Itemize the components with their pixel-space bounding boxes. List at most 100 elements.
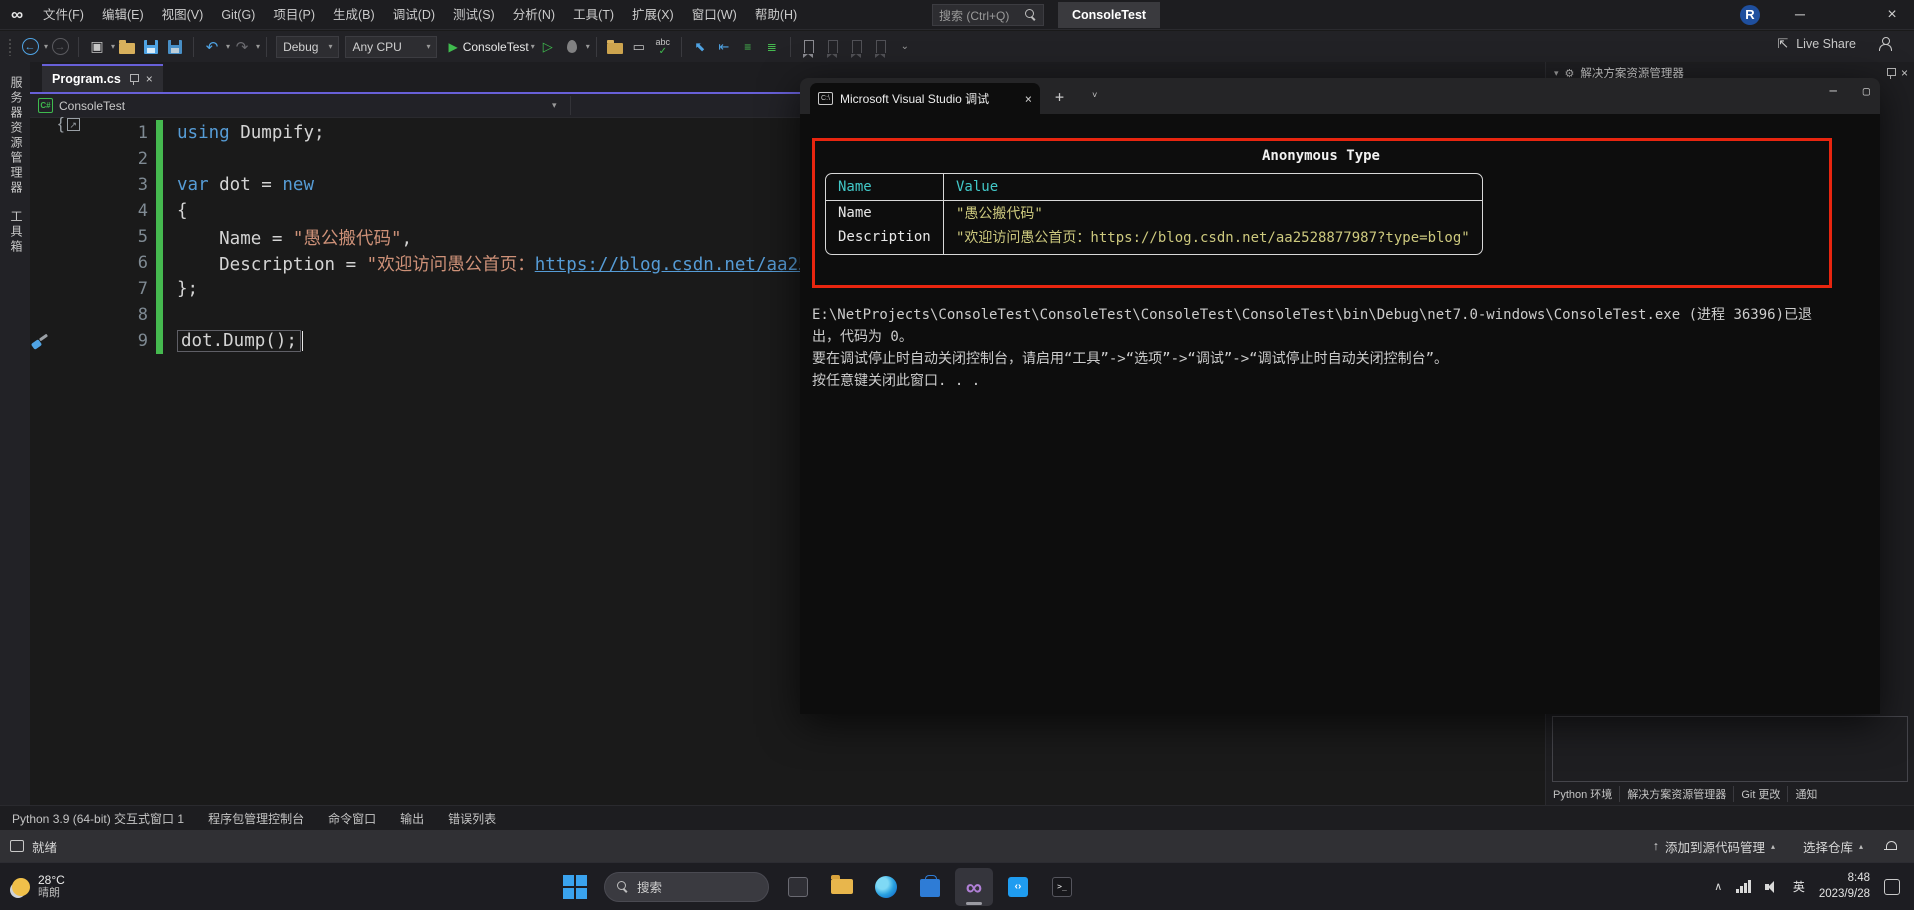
vscode-icon: ‹› — [1008, 877, 1028, 897]
r-extension-badge[interactable]: R — [1740, 5, 1760, 25]
file-explorer-icon[interactable] — [823, 868, 861, 906]
navigate-cursor-button[interactable]: ⇤ — [713, 35, 735, 59]
menu-item[interactable]: 视图(V) — [153, 0, 213, 30]
vscode-icon[interactable]: ‹› — [999, 868, 1037, 906]
dock-tab-Git 更改[interactable]: Git 更改 — [1734, 786, 1788, 802]
menu-item[interactable]: 项目(P) — [264, 0, 324, 30]
pin-icon[interactable] — [129, 73, 138, 85]
notifications-bell-icon[interactable] — [1885, 840, 1898, 853]
new-tab-button[interactable]: + — [1055, 88, 1064, 106]
menu-item[interactable]: 扩展(X) — [623, 0, 683, 30]
breadcrumb-project[interactable]: ConsoleTest — [59, 99, 125, 113]
open-file-button[interactable] — [116, 35, 138, 59]
debug-configuration-dropdown[interactable]: Debug▾ — [276, 36, 339, 58]
dock-pin-icon[interactable] — [1886, 67, 1895, 79]
menu-item[interactable]: 工具(T) — [564, 0, 623, 30]
visual-studio-icon[interactable]: ∞ — [955, 868, 993, 906]
left-strip-tab[interactable]: 工具箱 — [8, 210, 25, 255]
console-maximize-button[interactable]: ▢ — [1863, 84, 1870, 98]
minimize-button[interactable]: ─ — [1778, 0, 1822, 29]
tool-window-tabs: Python 3.9 (64-bit) 交互式窗口 1程序包管理控制台命令窗口输… — [0, 805, 1914, 830]
redo-button[interactable]: ↷ — [231, 35, 253, 59]
intellisense-cursor-button[interactable]: ⬉ — [689, 35, 711, 59]
line-number: 3 — [30, 175, 148, 195]
taskbar-search-input[interactable]: 搜索 — [604, 872, 769, 902]
spell-check-button[interactable]: abc✓ — [652, 35, 674, 59]
show-output-window-button[interactable]: ▭ — [628, 35, 650, 59]
console-content[interactable]: Anonymous Type NameValueName"愚公搬代码"Descr… — [800, 114, 1880, 392]
console-tab-close-icon[interactable]: × — [1025, 92, 1032, 106]
search-input[interactable]: 搜索 (Ctrl+Q) — [932, 4, 1044, 26]
terminal-icon[interactable]: >_ — [1043, 868, 1081, 906]
tab-program-cs[interactable]: Program.cs × — [42, 64, 163, 92]
network-icon[interactable] — [1736, 881, 1751, 893]
tool-window-tab[interactable]: 程序包管理控制台 — [196, 810, 316, 827]
indent-increase-button[interactable]: ≣ — [761, 35, 783, 59]
tray-expand-icon[interactable]: ∧ — [1714, 880, 1722, 893]
menu-item[interactable]: 编辑(E) — [93, 0, 153, 30]
tool-window-tab[interactable]: 输出 — [388, 810, 436, 827]
live-share-control[interactable]: ⇱ Live Share — [1777, 36, 1892, 52]
toolbar: ← ▾ → ▣ ▾ ↶ ▾ ↷ ▾ Debug▾ Any CPU▾ ▶ Cons… — [0, 31, 1914, 62]
console-minimize-button[interactable]: ─ — [1830, 84, 1837, 98]
menu-item[interactable]: 生成(B) — [324, 0, 384, 30]
toolbar-grip[interactable] — [8, 38, 12, 56]
left-strip-tab[interactable]: 服务器资源管理器 — [8, 76, 25, 196]
menu-item[interactable]: 帮助(H) — [746, 0, 806, 30]
toggle-bookmark-button[interactable] — [798, 35, 820, 59]
quick-fix-screwdriver-icon[interactable] — [31, 332, 49, 350]
weather-widget[interactable]: 28°C 晴朗 — [0, 863, 77, 910]
select-repository-button[interactable]: 选择仓库 ▴ — [1791, 830, 1875, 862]
tool-window-tab[interactable]: 命令窗口 — [316, 810, 388, 827]
tab-close-icon[interactable]: × — [146, 72, 153, 86]
tab-dropdown-icon[interactable]: ˅ — [1092, 91, 1097, 101]
dock-dropdown-icon[interactable]: ▾ — [1554, 68, 1559, 79]
indent-decrease-button[interactable]: ≡ — [737, 35, 759, 59]
volume-icon[interactable] — [1765, 881, 1779, 893]
breadcrumb-dropdown-icon[interactable]: ▾ — [552, 100, 557, 111]
menu-item[interactable]: Git(G) — [212, 0, 264, 30]
menu-item[interactable]: 分析(N) — [504, 0, 564, 30]
menu-item[interactable]: 文件(F) — [34, 0, 93, 30]
dock-close-icon[interactable]: × — [1901, 66, 1908, 80]
console-tab[interactable]: C:\ Microsoft Visual Studio 调试 × — [810, 83, 1040, 114]
dock-tab-解决方案资源管理器[interactable]: 解决方案资源管理器 — [1620, 786, 1734, 802]
toolbar-overflow-button[interactable]: ⌄ — [894, 35, 916, 59]
feedback-icon[interactable] — [10, 840, 24, 852]
clock[interactable]: 8:48 2023/9/28 — [1819, 871, 1870, 902]
tool-window-tab[interactable]: 错误列表 — [436, 810, 508, 827]
change-bar — [156, 120, 163, 146]
navigate-back-button[interactable]: ← — [19, 35, 41, 59]
start-without-debug-button[interactable]: ▷ — [537, 35, 559, 59]
menu-item[interactable]: 测试(S) — [444, 0, 504, 30]
notification-center-icon[interactable] — [1884, 879, 1900, 895]
console-output-line: E:\NetProjects\ConsoleTest\ConsoleTest\C… — [812, 304, 1868, 326]
find-in-files-button[interactable] — [604, 35, 626, 59]
new-project-button[interactable]: ▣ — [86, 35, 108, 59]
microsoft-store-icon[interactable] — [911, 868, 949, 906]
tool-window-tab[interactable]: Python 3.9 (64-bit) 交互式窗口 1 — [0, 810, 196, 827]
add-to-source-control-button[interactable]: ↑ 添加到源代码管理 ▴ — [1641, 830, 1787, 862]
ime-language-indicator[interactable]: 英 — [1793, 878, 1805, 895]
clear-bookmarks-button[interactable] — [870, 35, 892, 59]
start-button[interactable] — [556, 868, 594, 906]
dock-tab-Python 环境[interactable]: Python 环境 — [1546, 786, 1620, 802]
play-icon: ▶ — [448, 40, 457, 54]
undo-button[interactable]: ↶ — [201, 35, 223, 59]
next-bookmark-button[interactable] — [846, 35, 868, 59]
menu-item[interactable]: 窗口(W) — [683, 0, 746, 30]
line-number: 4 — [30, 201, 148, 221]
app-window-icon[interactable] — [779, 868, 817, 906]
navigate-forward-button[interactable]: → — [49, 35, 71, 59]
menu-item[interactable]: 调试(D) — [384, 0, 444, 30]
save-all-button[interactable] — [164, 35, 186, 59]
platform-dropdown[interactable]: Any CPU▾ — [345, 36, 437, 58]
dock-tab-通知[interactable]: 通知 — [1788, 786, 1824, 802]
save-button[interactable] — [140, 35, 162, 59]
previous-bookmark-button[interactable] — [822, 35, 844, 59]
edge-browser-icon[interactable] — [867, 868, 905, 906]
start-debug-button[interactable]: ▶ ConsoleTest ▾ — [448, 35, 534, 59]
change-bar — [156, 224, 163, 250]
close-button[interactable]: × — [1870, 0, 1914, 29]
profiler-button[interactable] — [561, 35, 583, 59]
